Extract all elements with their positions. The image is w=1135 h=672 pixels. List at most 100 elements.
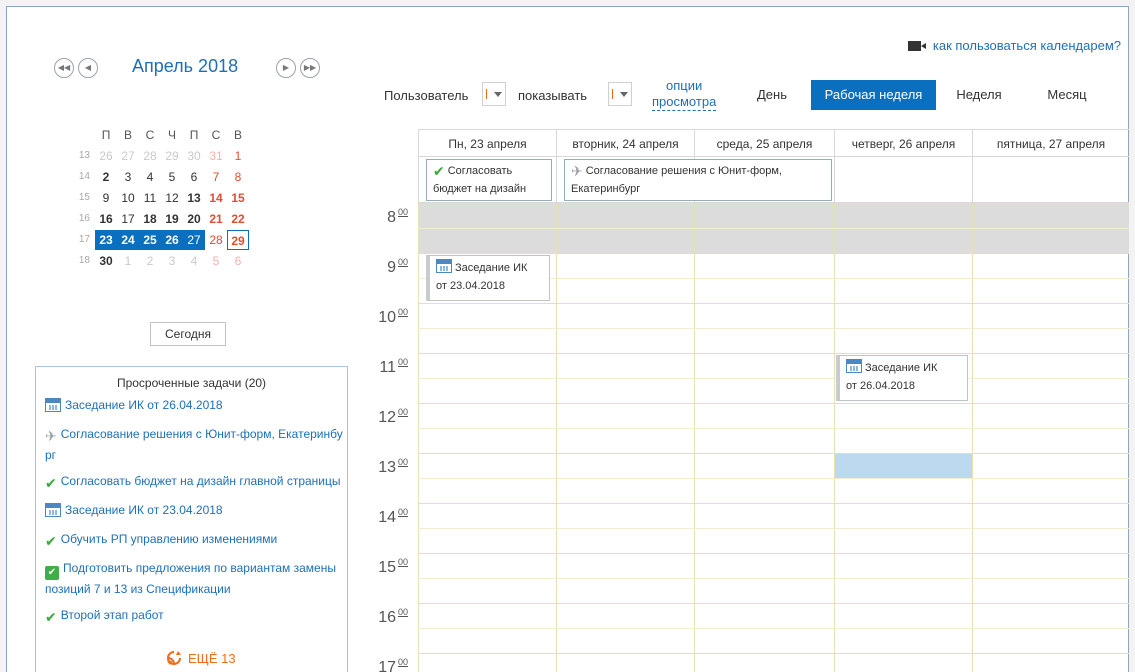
tab-week[interactable]: Неделя xyxy=(944,80,1014,110)
day-cell[interactable]: 22 xyxy=(227,209,249,229)
overdue-item[interactable]: ✔ Второй этап работ xyxy=(36,606,347,627)
day-cell[interactable]: 24 xyxy=(117,229,139,250)
week-row: 14 2 3 4 5 6 7 8 xyxy=(76,166,249,187)
day-cell[interactable]: 16 xyxy=(95,209,117,229)
next-year-button[interactable]: ▶▶ xyxy=(300,58,320,78)
user-dropdown[interactable] xyxy=(482,82,506,106)
hour-label: 15 00 xyxy=(372,557,408,577)
calendar-event[interactable]: ✈ Согласование решения с Юнит-форм, Екатер… xyxy=(564,159,832,201)
tab-work-week[interactable]: Рабочая неделя xyxy=(811,80,936,110)
hour-line xyxy=(418,303,1129,304)
selected-time-slot[interactable] xyxy=(835,454,972,478)
day-cell[interactable]: 31 xyxy=(205,146,227,166)
day-cell[interactable]: 5 xyxy=(205,251,227,271)
day-cell[interactable]: 4 xyxy=(139,167,161,187)
day-cell[interactable]: 7 xyxy=(205,167,227,187)
week-number[interactable]: 17 xyxy=(76,234,95,245)
day-cell[interactable]: 6 xyxy=(183,167,205,187)
hour-number: 16 xyxy=(378,609,396,626)
view-options-link[interactable]: опции просмотра xyxy=(652,78,717,111)
calendar-event[interactable]: Заседание ИК от 23.04.2018 xyxy=(426,255,550,301)
show-dropdown[interactable] xyxy=(608,82,632,106)
overdue-item[interactable]: ✔ Подготовить предложения по вариантам за… xyxy=(36,559,347,598)
day-cell[interactable]: 27 xyxy=(117,146,139,166)
day-cell[interactable]: 6 xyxy=(227,251,249,271)
hour-number: 13 xyxy=(378,459,396,476)
day-cell[interactable]: 5 xyxy=(161,167,183,187)
overdue-item[interactable]: ✈ Согласование решения с Юнит-форм, Екате… xyxy=(36,425,347,464)
day-cell[interactable]: 23 xyxy=(95,229,117,250)
event-title: Заседание ИК xyxy=(436,259,543,278)
day-cell[interactable]: 14 xyxy=(205,188,227,208)
day-cell[interactable]: 26 xyxy=(95,146,117,166)
overdue-item[interactable]: Заседание ИК от 23.04.2018 xyxy=(36,501,347,522)
column-divider xyxy=(418,203,419,672)
video-camera-icon xyxy=(907,41,921,51)
next-month-button[interactable]: ▶ xyxy=(276,58,296,78)
day-cell[interactable]: 8 xyxy=(227,167,249,187)
day-cell[interactable]: 3 xyxy=(117,167,139,187)
day-cell[interactable]: 20 xyxy=(183,209,205,229)
week-number[interactable]: 18 xyxy=(76,255,95,266)
day-cell[interactable]: 12 xyxy=(161,188,183,208)
day-cell[interactable]: 30 xyxy=(183,146,205,166)
day-cell[interactable]: 19 xyxy=(161,209,183,229)
tab-day[interactable]: День xyxy=(742,80,802,110)
overdue-item[interactable]: ✔ Обучить РП управлению изменениями xyxy=(36,530,347,551)
day-cell[interactable]: 28 xyxy=(205,230,227,250)
hour-minutes: 00 xyxy=(397,407,408,417)
day-cell[interactable]: 1 xyxy=(227,146,249,166)
day-cell[interactable]: 9 xyxy=(95,188,117,208)
all-day-cell[interactable] xyxy=(834,157,972,203)
day-column-header[interactable]: вторник, 24 апреля xyxy=(556,129,694,157)
day-cell[interactable]: 13 xyxy=(183,188,205,208)
day-cell[interactable]: 15 xyxy=(227,188,249,208)
calendar-event[interactable]: ✔ Согласовать бюджет на дизайн xyxy=(426,159,552,201)
day-cell[interactable]: 3 xyxy=(161,251,183,271)
week-number[interactable]: 15 xyxy=(76,192,95,203)
event-title-text: Согласовать xyxy=(447,165,513,177)
day-cell[interactable]: 18 xyxy=(139,209,161,229)
overdue-item[interactable]: Заседание ИК от 26.04.2018 xyxy=(36,396,347,417)
hour-line xyxy=(418,553,1129,554)
hour-number: 17 xyxy=(378,659,396,672)
week-number[interactable]: 16 xyxy=(76,213,95,224)
howto-label: как пользоваться календарем? xyxy=(932,38,1121,53)
day-cell[interactable]: 10 xyxy=(117,188,139,208)
day-cell[interactable]: 17 xyxy=(117,209,139,229)
month-title[interactable]: Апрель 2018 xyxy=(132,56,238,77)
day-column-header[interactable]: среда, 25 апреля xyxy=(694,129,834,157)
day-cell[interactable]: 29 xyxy=(161,146,183,166)
day-column-header[interactable]: четверг, 26 апреля xyxy=(834,129,972,157)
hour-minutes: 00 xyxy=(397,607,408,617)
day-cell[interactable]: 29 xyxy=(227,229,249,250)
day-cell[interactable]: 11 xyxy=(139,188,161,208)
calendar-event[interactable]: Заседание ИК от 26.04.2018 xyxy=(836,355,968,401)
overdue-item[interactable]: ✔ Согласовать бюджет на дизайн главной ст… xyxy=(36,472,347,493)
today-button[interactable]: Сегодня xyxy=(150,322,226,346)
event-title-text: Заседание ИК xyxy=(455,262,528,274)
day-cell[interactable]: 4 xyxy=(183,251,205,271)
day-cell[interactable]: 1 xyxy=(117,251,139,271)
more-tasks-link[interactable]: ЕЩЁ 13 xyxy=(166,650,236,669)
day-cell[interactable]: 26 xyxy=(161,229,183,250)
day-cell[interactable]: 2 xyxy=(95,167,117,187)
week-number[interactable]: 14 xyxy=(76,171,95,182)
all-day-cell[interactable] xyxy=(972,157,1129,203)
day-cell[interactable]: 27 xyxy=(183,229,205,250)
prev-month-button[interactable]: ◀ xyxy=(78,58,98,78)
day-cell[interactable]: 21 xyxy=(205,209,227,229)
tab-month[interactable]: Месяц xyxy=(1032,80,1102,110)
mini-calendar: ПВСЧПСВ 13 26 27 28 29 30 31 1 14 2 3 4 5 6 7 8 15 9 10 11 1… xyxy=(76,124,249,271)
event-subtitle: от 26.04.2018 xyxy=(846,380,916,392)
day-cell[interactable]: 30 xyxy=(95,251,117,271)
howto-link[interactable]: как пользоваться календарем? xyxy=(907,38,1121,53)
overdue-item-text: Подготовить предложения по вариантам зам… xyxy=(45,561,336,596)
day-cell[interactable]: 28 xyxy=(139,146,161,166)
day-column-header[interactable]: Пн, 23 апреля xyxy=(418,129,556,157)
day-cell[interactable]: 2 xyxy=(139,251,161,271)
day-column-header[interactable]: пятница, 27 апреля xyxy=(972,129,1129,157)
day-cell[interactable]: 25 xyxy=(139,229,161,250)
prev-year-button[interactable]: ◀◀ xyxy=(54,58,74,78)
week-number[interactable]: 13 xyxy=(76,150,95,161)
